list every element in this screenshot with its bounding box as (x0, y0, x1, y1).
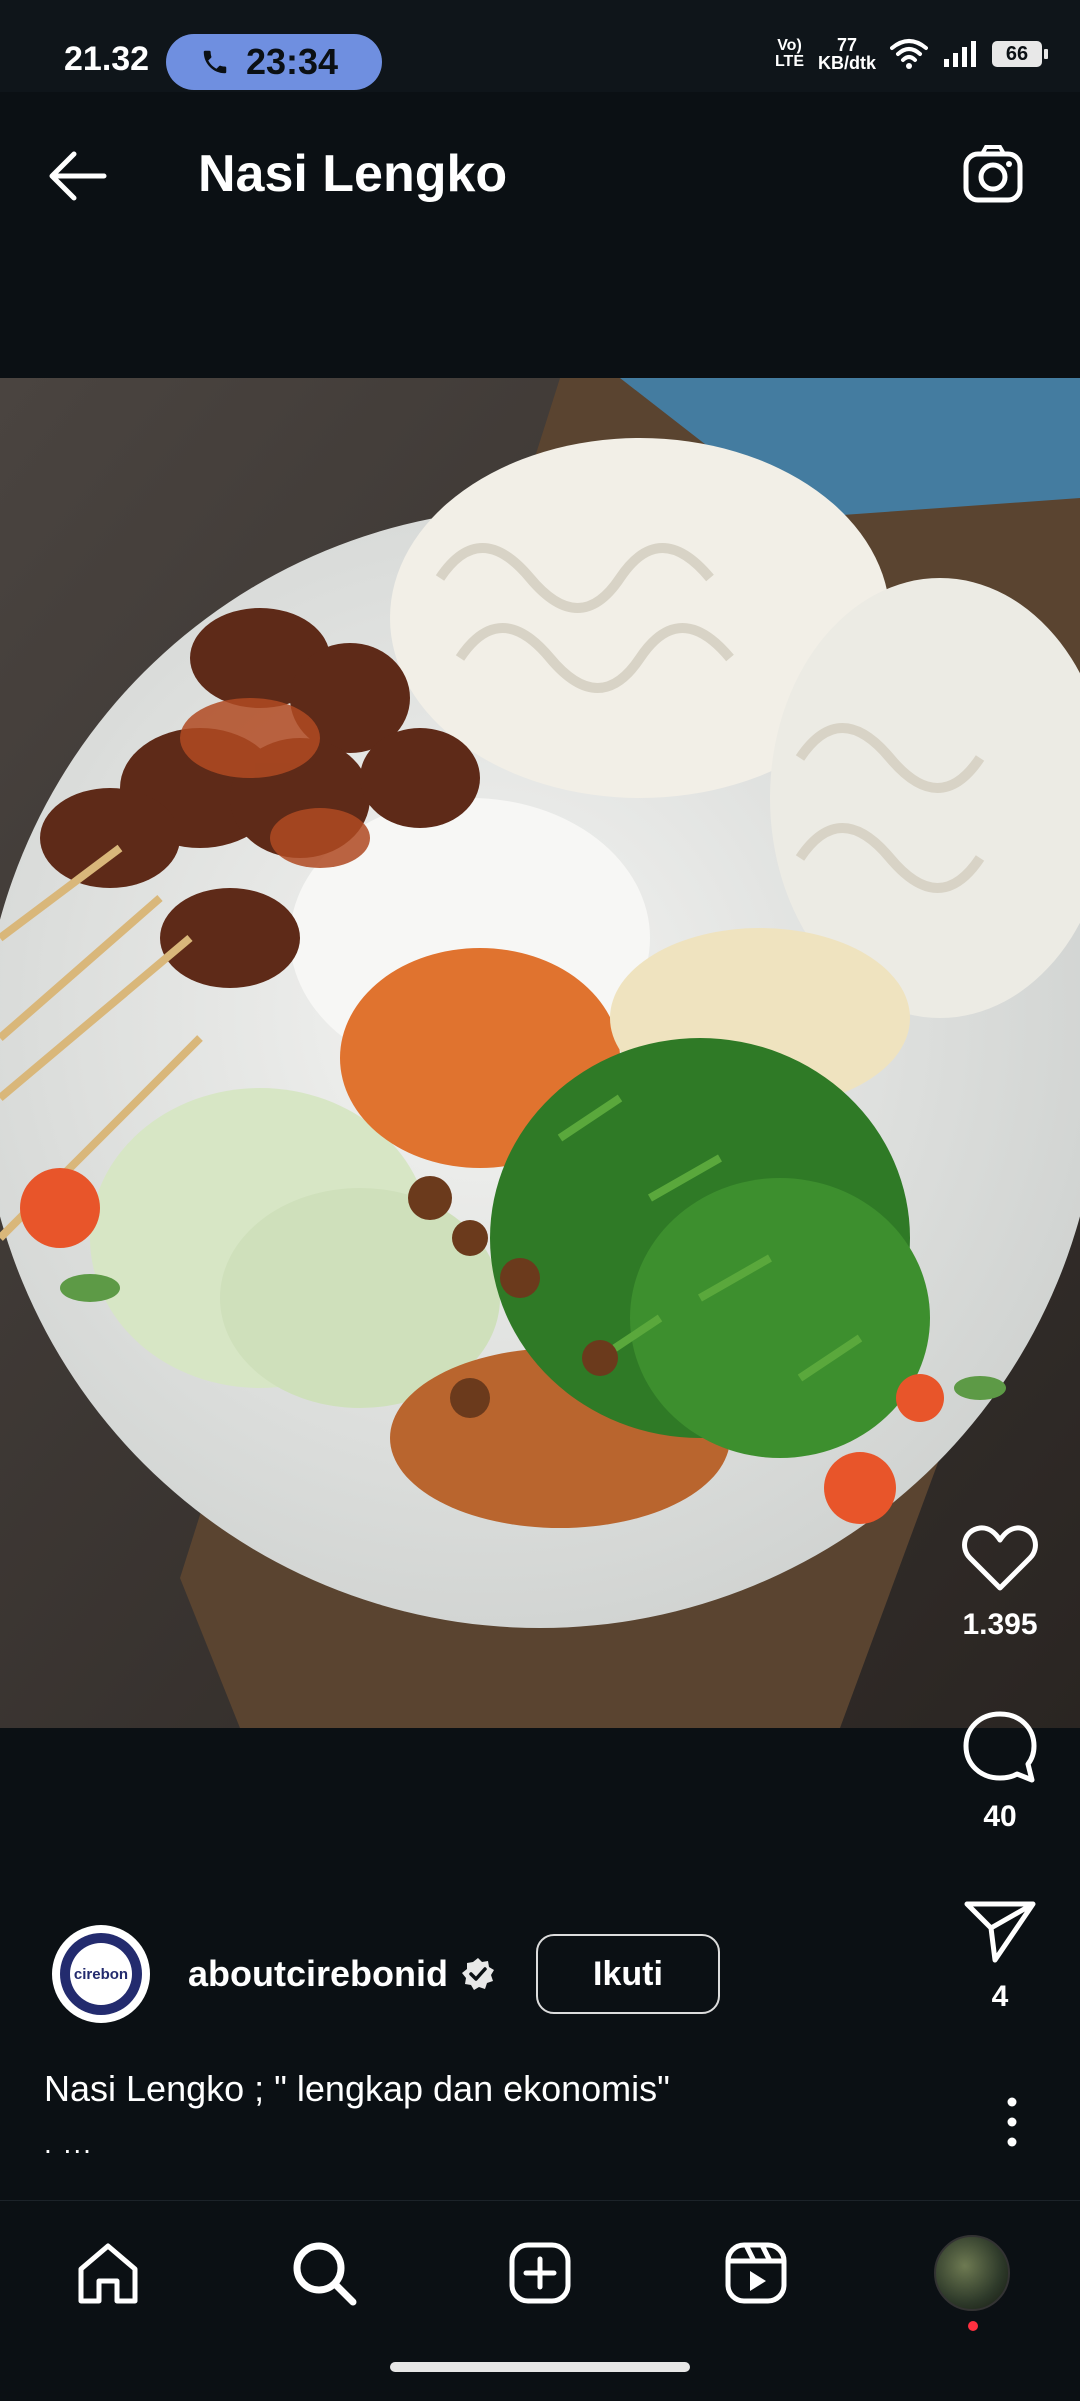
page-title: Nasi Lengko (198, 145, 508, 203)
create-icon[interactable] (508, 2241, 572, 2305)
signal-icon (944, 41, 976, 67)
follow-button[interactable]: Ikuti (536, 1934, 720, 2014)
profile-avatar[interactable] (934, 2235, 1010, 2311)
comment-action[interactable]: 40 (920, 1710, 1080, 1834)
status-indicators: Vo) LTE 77 KB/dtk 66 (774, 35, 1048, 73)
search-icon[interactable] (291, 2240, 357, 2306)
phone-icon (203, 50, 227, 74)
post-photo[interactable] (0, 378, 1080, 1728)
food-image (0, 378, 1080, 1728)
volte-indicator: Vo) LTE (774, 37, 804, 70)
verified-badge-icon (462, 1958, 494, 1990)
battery-indicator: 66 (992, 41, 1048, 67)
reels-icon[interactable] (724, 2241, 788, 2305)
nav-create[interactable] (500, 2233, 580, 2313)
comment-icon[interactable] (962, 1710, 1038, 1784)
home-indicator[interactable] (390, 2362, 690, 2372)
avatar-logo-text: cirebon (70, 1943, 132, 2005)
nav-search[interactable] (284, 2233, 364, 2313)
share-count: 4 (991, 1980, 1009, 2013)
post-caption[interactable]: Nasi Lengko ; " lengkap dan ekonomis" (44, 2068, 670, 2110)
nav-reels[interactable] (716, 2233, 796, 2313)
camera-icon[interactable] (960, 142, 1026, 208)
author-avatar[interactable]: cirebon (52, 1925, 150, 2023)
nav-profile[interactable] (932, 2233, 1012, 2331)
like-action[interactable]: 1.395 (920, 1524, 1080, 1642)
more-vertical-icon[interactable] (992, 2094, 1032, 2150)
home-icon[interactable] (75, 2241, 141, 2305)
author-username[interactable]: aboutcirebonid (188, 1953, 448, 1995)
author-row: cirebon aboutcirebonid Ikuti (52, 1924, 720, 2024)
status-bar: 21.32 23:34 Vo) LTE 77 KB/dtk 66 (0, 0, 1080, 92)
comment-count: 40 (983, 1800, 1017, 1833)
status-time: 21.32 (64, 40, 150, 78)
notification-dot (968, 2321, 978, 2331)
nav-home[interactable] (68, 2233, 148, 2313)
wifi-icon (890, 39, 928, 69)
arrow-left-icon[interactable] (44, 146, 110, 206)
network-speed: 77 KB/dtk (818, 35, 876, 73)
ongoing-call-pill[interactable]: 23:34 (166, 34, 382, 90)
call-timer: 23:34 (246, 41, 339, 82)
app-header: Nasi Lengko (0, 92, 1080, 252)
like-count: 1.395 (962, 1608, 1038, 1641)
share-action[interactable]: 4 (920, 1898, 1080, 2014)
heart-icon[interactable] (962, 1524, 1038, 1592)
caption-more[interactable]: . ... (44, 2128, 93, 2160)
send-icon[interactable] (963, 1898, 1037, 1964)
